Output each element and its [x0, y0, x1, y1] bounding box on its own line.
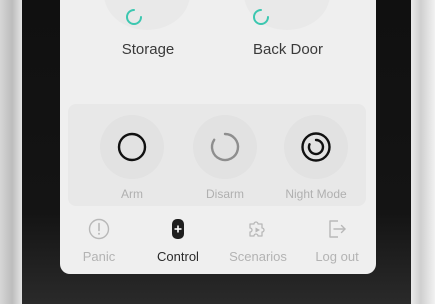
arming-panel: Arm Disarm Night Mode	[68, 104, 366, 206]
disarm-circle	[193, 115, 257, 179]
exclamation-circle-icon	[88, 218, 110, 240]
tab-panic-label: Panic	[82, 249, 116, 264]
arm-label: Arm	[121, 187, 143, 201]
night-mode-label: Night Mode	[285, 187, 347, 201]
tab-panic[interactable]: Panic	[60, 217, 139, 264]
tab-scenarios-label: Scenarios	[229, 249, 287, 264]
arm-ring-icon	[117, 132, 147, 162]
loading-ring-icon	[126, 9, 142, 25]
device-frame-left	[0, 0, 22, 304]
disarm-ring-icon	[210, 132, 240, 162]
tab-log-out-label: Log out	[315, 249, 359, 264]
puzzle-play-icon	[249, 221, 265, 237]
device-label: Storage	[121, 41, 175, 58]
tab-control-label: Control	[157, 249, 199, 264]
disarm-label: Disarm	[206, 187, 244, 201]
tab-control[interactable]: Control	[138, 217, 218, 264]
night-mode-circle	[284, 115, 348, 179]
disarm-button[interactable]: Disarm	[180, 115, 270, 201]
device-frame-right	[411, 0, 435, 304]
device-disc	[104, 0, 190, 30]
loading-ring-icon	[253, 9, 269, 25]
app-screen: Storage Back Door Arm Disarm Night Mode …	[60, 0, 376, 274]
logout-icon	[329, 220, 346, 238]
tab-scenarios[interactable]: Scenarios	[218, 217, 298, 264]
arm-circle	[100, 115, 164, 179]
device-label: Back Door	[252, 41, 324, 58]
night-mode-icon	[301, 132, 331, 162]
tab-log-out[interactable]: Log out	[297, 217, 376, 264]
arm-button[interactable]: Arm	[87, 115, 177, 201]
night-mode-button[interactable]: Night Mode	[271, 115, 361, 201]
remote-control-icon	[172, 219, 184, 239]
